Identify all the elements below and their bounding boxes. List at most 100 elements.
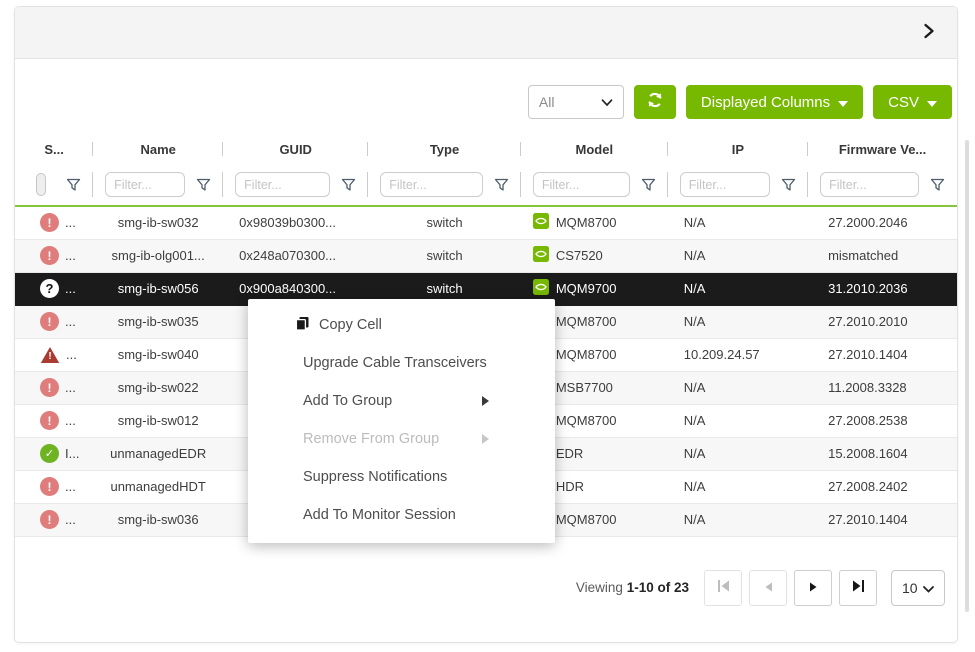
filter-funnel-icon[interactable] bbox=[770, 178, 796, 192]
model-text: HDR bbox=[556, 479, 584, 494]
cell-model: CS7520 bbox=[521, 239, 668, 272]
filter-input-type[interactable] bbox=[380, 172, 483, 197]
triangle-left-icon bbox=[764, 580, 773, 595]
cell-severity: !... bbox=[15, 404, 93, 437]
refresh-icon bbox=[646, 91, 664, 113]
filter-input-name[interactable] bbox=[105, 172, 185, 197]
menu-item-label: Copy Cell bbox=[319, 317, 382, 333]
cell-firmware: 11.2008.3328 bbox=[808, 371, 957, 404]
cell-ip: N/A bbox=[668, 470, 808, 503]
cell-ip: 10.209.24.57 bbox=[668, 338, 808, 371]
cell-firmware: 27.2008.2402 bbox=[808, 470, 957, 503]
cell-name: unmanagedHDT bbox=[93, 470, 223, 503]
question-icon: ? bbox=[40, 279, 59, 298]
column-header-severity[interactable]: S... bbox=[15, 134, 93, 164]
severity-text: ... bbox=[65, 380, 76, 395]
cell-guid: 0x248a070300... bbox=[223, 239, 368, 272]
table-header-row: S...NameGUIDTypeModelIPFirmware Ve... bbox=[15, 134, 957, 164]
column-header-type[interactable]: Type bbox=[368, 134, 521, 164]
refresh-button[interactable] bbox=[634, 85, 676, 119]
cell-firmware: 15.2008.1604 bbox=[808, 437, 957, 470]
next-page-button[interactable] bbox=[794, 570, 832, 606]
displayed-columns-label: Displayed Columns bbox=[701, 94, 830, 111]
cell-firmware: 27.2000.2046 bbox=[808, 206, 957, 239]
page-size-select[interactable]: 10 bbox=[891, 570, 945, 606]
severity-text: ... bbox=[65, 413, 76, 428]
severity-text: I... bbox=[65, 446, 79, 461]
filter-cell-severity bbox=[15, 164, 93, 206]
menu-item-label: Suppress Notifications bbox=[303, 469, 447, 485]
cell-type: switch bbox=[368, 239, 521, 272]
severity-filter-pill[interactable] bbox=[36, 173, 46, 196]
cell-ip: N/A bbox=[668, 437, 808, 470]
context-menu: Copy Cell Upgrade Cable Transceivers Add T… bbox=[248, 299, 555, 543]
last-page-button[interactable] bbox=[839, 570, 877, 606]
nvidia-logo-icon bbox=[533, 279, 549, 298]
filter-funnel-icon[interactable] bbox=[630, 178, 656, 192]
cell-severity: !... bbox=[15, 239, 93, 272]
cell-ip: N/A bbox=[668, 305, 808, 338]
chevron-down-icon bbox=[601, 94, 613, 110]
filter-cell-type bbox=[368, 164, 521, 206]
first-page-button[interactable] bbox=[704, 570, 742, 606]
panel-header bbox=[15, 7, 957, 59]
model-text: MQM8700 bbox=[556, 347, 617, 362]
column-header-name[interactable]: Name bbox=[93, 134, 223, 164]
skip-to-last-icon bbox=[852, 580, 865, 595]
displayed-columns-button[interactable]: Displayed Columns bbox=[686, 85, 863, 119]
cell-severity: ?... bbox=[15, 272, 93, 305]
menu-item-add-to-monitor-session[interactable]: Add To Monitor Session bbox=[248, 496, 555, 534]
error-icon: ! bbox=[40, 411, 59, 430]
filter-cell-guid bbox=[223, 164, 368, 206]
error-icon: ! bbox=[40, 246, 59, 265]
model-text: MQM8700 bbox=[556, 413, 617, 428]
model-text: EDR bbox=[556, 446, 583, 461]
column-header-ip[interactable]: IP bbox=[668, 134, 808, 164]
filter-funnel-icon[interactable] bbox=[919, 178, 945, 192]
csv-button[interactable]: CSV bbox=[873, 85, 952, 119]
cell-severity: ✓I... bbox=[15, 437, 93, 470]
filter-scope-select[interactable]: All bbox=[528, 85, 624, 119]
filter-funnel-icon[interactable] bbox=[330, 178, 356, 192]
model-text: CS7520 bbox=[556, 248, 603, 263]
cell-name: unmanagedEDR bbox=[93, 437, 223, 470]
page: All Displayed Columns bbox=[0, 0, 975, 652]
table-row[interactable]: !...smg-ib-sw0320x98039b0300...switchMQM… bbox=[15, 206, 957, 239]
model-text: MQM8700 bbox=[556, 512, 617, 527]
column-header-model[interactable]: Model bbox=[521, 134, 668, 164]
warning-triangle-icon: ! bbox=[40, 346, 60, 364]
cell-firmware: 27.2010.2010 bbox=[808, 305, 957, 338]
filter-input-ip[interactable] bbox=[680, 172, 770, 197]
filter-funnel-icon[interactable] bbox=[483, 178, 509, 192]
cell-type: switch bbox=[368, 206, 521, 239]
severity-text: ... bbox=[65, 215, 76, 230]
chevron-down-icon bbox=[923, 580, 934, 596]
menu-item-add-to-group[interactable]: Add To Group bbox=[248, 382, 555, 420]
filter-cell-firmware bbox=[808, 164, 957, 206]
severity-text: ... bbox=[65, 479, 76, 494]
caret-down-icon bbox=[927, 94, 937, 111]
collapse-panel-button[interactable] bbox=[923, 23, 935, 42]
filter-input-firmware[interactable] bbox=[820, 172, 919, 197]
menu-item-copy-cell[interactable]: Copy Cell bbox=[248, 306, 555, 344]
menu-item-suppress-notifications[interactable]: Suppress Notifications bbox=[248, 458, 555, 496]
filter-input-model[interactable] bbox=[533, 172, 630, 197]
column-header-firmware[interactable]: Firmware Ve... bbox=[808, 134, 957, 164]
previous-page-button[interactable] bbox=[749, 570, 787, 606]
cell-firmware: 31.2010.2036 bbox=[808, 272, 957, 305]
filter-input-guid[interactable] bbox=[235, 172, 330, 197]
page-size-value: 10 bbox=[902, 580, 918, 596]
table-row[interactable]: !...smg-ib-olg001...0x248a070300...switc… bbox=[15, 239, 957, 272]
cell-firmware: 27.2008.2538 bbox=[808, 404, 957, 437]
menu-item-upgrade-cable-transceivers[interactable]: Upgrade Cable Transceivers bbox=[248, 344, 555, 382]
vertical-scrollbar[interactable] bbox=[965, 140, 969, 612]
column-header-guid[interactable]: GUID bbox=[223, 134, 368, 164]
cell-name: smg-ib-sw056 bbox=[93, 272, 223, 305]
cell-name: smg-ib-sw040 bbox=[93, 338, 223, 371]
filter-funnel-icon[interactable] bbox=[55, 178, 81, 192]
cell-ip: N/A bbox=[668, 404, 808, 437]
filter-funnel-icon[interactable] bbox=[185, 178, 211, 192]
table-filter-row bbox=[15, 164, 957, 206]
menu-item-label: Upgrade Cable Transceivers bbox=[303, 355, 487, 371]
cell-ip: N/A bbox=[668, 371, 808, 404]
